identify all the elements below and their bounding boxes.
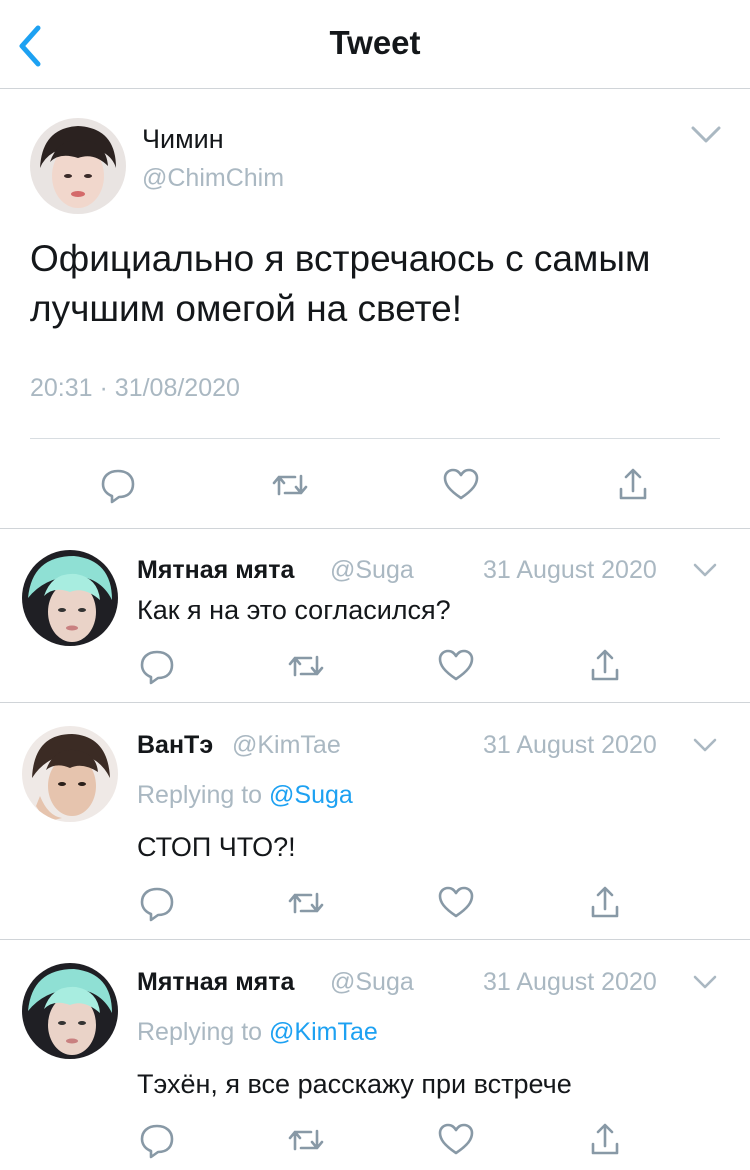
author-handle[interactable]: @Suga bbox=[330, 556, 414, 585]
retweet-icon[interactable] bbox=[270, 465, 310, 505]
reply-actions bbox=[0, 646, 750, 686]
reply-text: Тэхён, я все расскажу при встрече bbox=[137, 1069, 572, 1099]
avatar[interactable] bbox=[22, 550, 118, 646]
retweet-icon[interactable] bbox=[286, 883, 326, 923]
reply-date: 31 August 2020 bbox=[483, 968, 657, 996]
tweet-time: 20:31 bbox=[30, 374, 93, 402]
reply-text: Как я на это согласился? bbox=[137, 595, 451, 625]
reply-icon[interactable] bbox=[137, 1120, 177, 1160]
reply-actions bbox=[0, 883, 750, 923]
replying-to: Replying to @KimTae bbox=[137, 1018, 378, 1047]
tweet-timestamp: 20:31 · 31/08/2020 bbox=[30, 374, 240, 403]
mention-link[interactable]: @Suga bbox=[269, 781, 353, 809]
page-title: Tweet bbox=[329, 24, 421, 61]
tweet-date: 31/08/2020 bbox=[114, 374, 240, 402]
tweet-text: Официально я встречаюсь с самым лучшим о… bbox=[30, 238, 651, 329]
divider bbox=[0, 528, 750, 529]
share-icon[interactable] bbox=[585, 1120, 625, 1160]
meta-separator: · bbox=[99, 374, 108, 402]
like-icon[interactable] bbox=[436, 646, 476, 686]
author-name[interactable]: ВанТэ bbox=[137, 731, 213, 760]
avatar[interactable] bbox=[22, 726, 118, 822]
divider bbox=[0, 702, 750, 703]
divider bbox=[30, 438, 720, 439]
replying-prefix: Replying to bbox=[137, 1018, 263, 1046]
avatar[interactable] bbox=[22, 963, 118, 1059]
author-handle[interactable]: @ChimChim bbox=[142, 164, 284, 193]
navigation-bar: Tweet bbox=[0, 0, 750, 89]
reply-text: СТОП ЧТО?! bbox=[137, 832, 296, 862]
divider bbox=[0, 939, 750, 940]
reply-icon[interactable] bbox=[137, 646, 177, 686]
share-icon[interactable] bbox=[585, 883, 625, 923]
reply-date: 31 August 2020 bbox=[483, 731, 657, 759]
mention-link[interactable]: @KimTae bbox=[269, 1018, 378, 1046]
like-icon[interactable] bbox=[436, 883, 476, 923]
reply-icon[interactable] bbox=[137, 883, 177, 923]
caret-down-icon[interactable] bbox=[692, 974, 718, 990]
author-name[interactable]: Чимин bbox=[142, 124, 224, 155]
author-handle[interactable]: @KimTae bbox=[232, 731, 341, 760]
retweet-icon[interactable] bbox=[286, 646, 326, 686]
author-handle[interactable]: @Suga bbox=[330, 968, 414, 997]
avatar[interactable] bbox=[30, 118, 126, 214]
caret-down-icon[interactable] bbox=[692, 737, 718, 753]
like-icon[interactable] bbox=[436, 1120, 476, 1160]
share-icon[interactable] bbox=[585, 646, 625, 686]
replying-to: Replying to @Suga bbox=[137, 781, 353, 810]
replying-prefix: Replying to bbox=[137, 781, 263, 809]
reply-date: 31 August 2020 bbox=[483, 556, 657, 584]
caret-down-icon[interactable] bbox=[692, 562, 718, 578]
like-icon[interactable] bbox=[441, 465, 481, 505]
caret-down-icon[interactable] bbox=[690, 124, 722, 146]
tweet-actions bbox=[0, 465, 750, 505]
author-name[interactable]: Мятная мята bbox=[137, 968, 294, 997]
retweet-icon[interactable] bbox=[286, 1120, 326, 1160]
reply-actions bbox=[0, 1120, 750, 1160]
author-name[interactable]: Мятная мята bbox=[137, 556, 294, 585]
reply-icon[interactable] bbox=[98, 465, 138, 505]
share-icon[interactable] bbox=[613, 465, 653, 505]
